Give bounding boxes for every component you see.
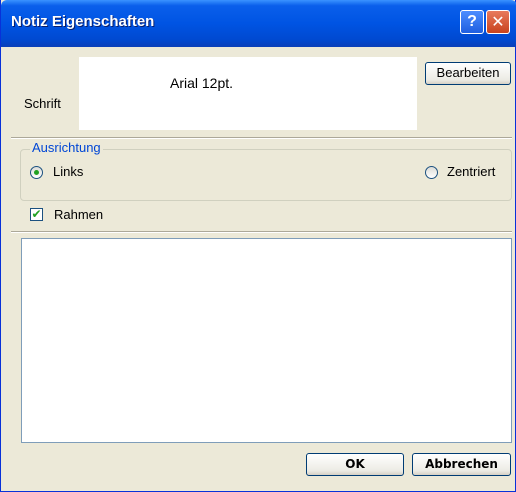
close-button[interactable]: ✕ <box>486 10 510 34</box>
font-preview-text: Arial 12pt. <box>170 75 234 91</box>
radio-zentriert-label[interactable]: Zentriert <box>447 164 495 179</box>
help-button[interactable]: ? <box>460 10 484 34</box>
alignment-legend: Ausrichtung <box>30 140 103 155</box>
note-properties-dialog: Notiz Eigenschaften ? ✕ Schrift Arial 12… <box>0 0 516 492</box>
divider <box>11 137 512 139</box>
radio-links-label[interactable]: Links <box>53 164 83 179</box>
font-preview-box: Arial 12pt. <box>79 57 417 130</box>
radio-zentriert[interactable] <box>425 166 438 179</box>
help-icon: ? <box>467 13 477 30</box>
divider <box>11 231 512 233</box>
window-title: Notiz Eigenschaften <box>11 13 155 30</box>
radio-links[interactable] <box>30 166 43 179</box>
ok-button[interactable]: OK <box>306 453 404 476</box>
frame-checkbox-label[interactable]: Rahmen <box>54 207 103 222</box>
frame-checkbox[interactable]: ✔ <box>30 208 43 221</box>
font-label: Schrift <box>24 96 61 111</box>
cancel-button[interactable]: Abbrechen <box>412 453 511 476</box>
title-bar[interactable]: Notiz Eigenschaften ? ✕ <box>1 0 516 47</box>
radio-selected-dot <box>34 170 39 175</box>
note-textarea[interactable] <box>21 238 512 443</box>
close-icon: ✕ <box>491 14 505 31</box>
edit-font-button[interactable]: Bearbeiten <box>425 62 511 85</box>
alignment-groupbox <box>20 149 512 201</box>
